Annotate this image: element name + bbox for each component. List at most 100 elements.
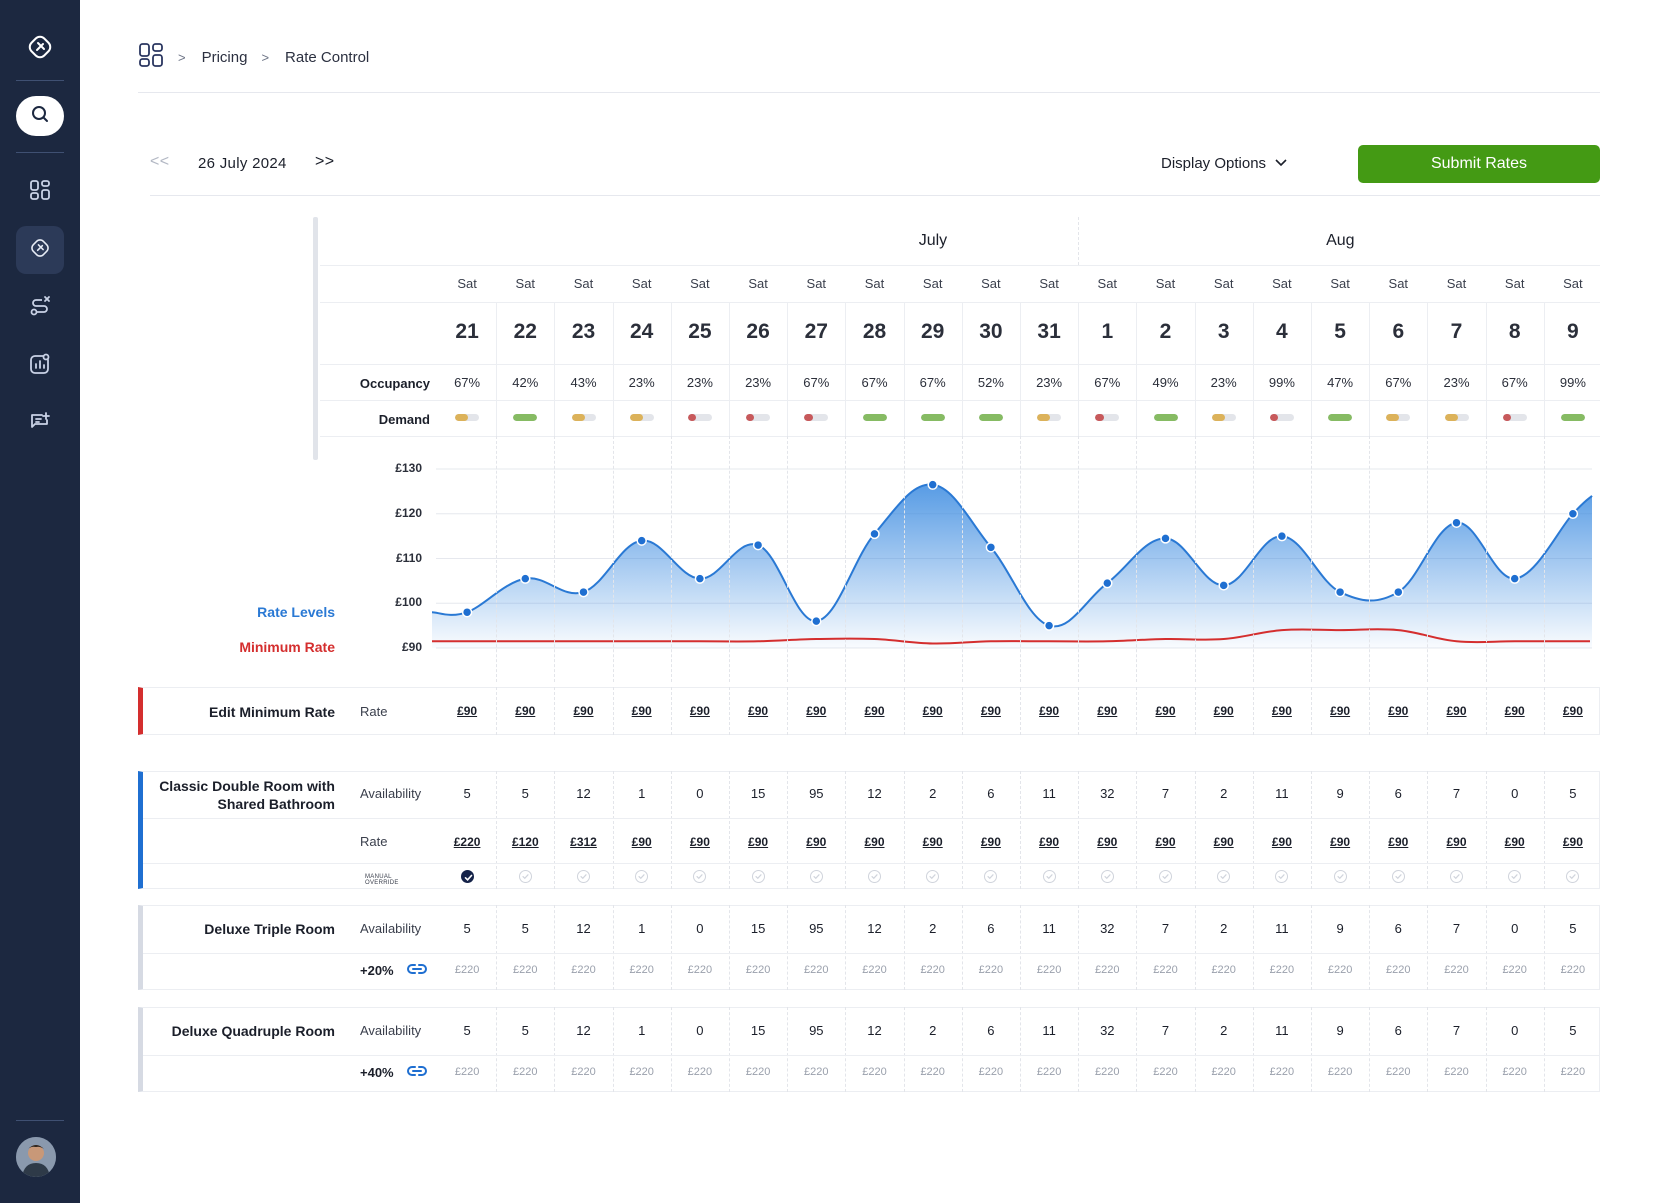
rate-value[interactable]: £90	[1490, 835, 1540, 849]
rate-value[interactable]: £90	[1082, 835, 1132, 849]
min-rate-value[interactable]: £90	[791, 704, 841, 718]
manual-override-checkbox[interactable]	[1275, 870, 1289, 883]
manual-override-checkbox[interactable]	[926, 870, 940, 883]
availability-value[interactable]: 12	[559, 786, 609, 801]
availability-value[interactable]: 32	[1082, 921, 1132, 936]
rate-value[interactable]: £90	[850, 835, 900, 849]
availability-value[interactable]: 7	[1141, 921, 1191, 936]
availability-value[interactable]: 0	[675, 786, 725, 801]
manual-override-checkbox[interactable]	[751, 870, 765, 883]
min-rate-value[interactable]: £90	[1373, 704, 1423, 718]
availability-value[interactable]: 15	[733, 921, 783, 936]
rate-value[interactable]: £220	[442, 835, 492, 849]
rate-value[interactable]: £90	[791, 835, 841, 849]
availability-value[interactable]: 32	[1082, 786, 1132, 801]
min-rate-value[interactable]: £90	[1199, 704, 1249, 718]
availability-value[interactable]: 0	[1490, 921, 1540, 936]
manual-override-checkbox[interactable]	[460, 870, 474, 883]
rate-value[interactable]: £90	[1432, 835, 1482, 849]
availability-value[interactable]: 0	[1490, 786, 1540, 801]
availability-value[interactable]: 9	[1315, 786, 1365, 801]
availability-value[interactable]: 1	[617, 921, 667, 936]
availability-value[interactable]: 1	[617, 1023, 667, 1038]
availability-value[interactable]: 0	[1490, 1023, 1540, 1038]
availability-value[interactable]: 2	[908, 1023, 958, 1038]
availability-value[interactable]: 2	[908, 786, 958, 801]
manual-override-checkbox[interactable]	[868, 870, 881, 883]
availability-value[interactable]: 15	[733, 786, 783, 801]
min-rate-value[interactable]: £90	[1548, 704, 1598, 718]
rate-value[interactable]: £90	[1548, 835, 1598, 849]
availability-value[interactable]: 2	[1199, 1023, 1249, 1038]
min-rate-value[interactable]: £90	[500, 704, 550, 718]
availability-value[interactable]: 0	[675, 921, 725, 936]
manual-override-checkbox[interactable]	[1391, 870, 1405, 883]
rate-adjustment[interactable]: +40%	[360, 1065, 394, 1080]
manual-override-checkbox[interactable]	[518, 870, 532, 883]
availability-value[interactable]: 12	[850, 921, 900, 936]
min-rate-value[interactable]: £90	[617, 704, 667, 718]
availability-value[interactable]: 11	[1257, 1023, 1307, 1038]
availability-value[interactable]: 11	[1024, 921, 1074, 936]
manual-override-checkbox[interactable]	[1217, 870, 1231, 883]
min-rate-value[interactable]: £90	[1024, 704, 1074, 718]
rate-value[interactable]: £90	[1141, 835, 1191, 849]
availability-value[interactable]: 7	[1141, 1023, 1191, 1038]
availability-value[interactable]: 12	[559, 921, 609, 936]
manual-override-checkbox[interactable]	[984, 870, 998, 883]
min-rate-value[interactable]: £90	[442, 704, 492, 718]
availability-value[interactable]: 12	[850, 1023, 900, 1038]
min-rate-value[interactable]: £90	[1315, 704, 1365, 718]
manual-override-checkbox[interactable]	[693, 870, 707, 883]
min-rate-value[interactable]: £90	[559, 704, 609, 718]
min-rate-value[interactable]: £90	[675, 704, 725, 718]
manual-override-checkbox[interactable]	[1159, 870, 1172, 883]
availability-value[interactable]: 5	[500, 1023, 550, 1038]
min-rate-value[interactable]: £90	[1082, 704, 1132, 718]
availability-value[interactable]: 0	[675, 1023, 725, 1038]
link-icon[interactable]	[406, 1064, 428, 1083]
availability-value[interactable]: 5	[1548, 921, 1598, 936]
rate-value[interactable]: £90	[733, 835, 783, 849]
manual-override-checkbox[interactable]	[1042, 870, 1056, 883]
availability-value[interactable]: 5	[500, 786, 550, 801]
availability-value[interactable]: 12	[559, 1023, 609, 1038]
rate-value[interactable]: £90	[1315, 835, 1365, 849]
availability-value[interactable]: 6	[1373, 1023, 1423, 1038]
manual-override-checkbox[interactable]	[1508, 870, 1522, 883]
availability-value[interactable]: 11	[1257, 786, 1307, 801]
manual-override-checkbox[interactable]	[1100, 870, 1114, 883]
availability-value[interactable]: 6	[966, 786, 1016, 801]
availability-value[interactable]: 2	[1199, 786, 1249, 801]
availability-value[interactable]: 5	[1548, 786, 1598, 801]
min-rate-value[interactable]: £90	[850, 704, 900, 718]
availability-value[interactable]: 95	[791, 1023, 841, 1038]
availability-value[interactable]: 15	[733, 1023, 783, 1038]
min-rate-value[interactable]: £90	[966, 704, 1016, 718]
link-icon[interactable]	[406, 962, 428, 981]
availability-value[interactable]: 1	[617, 786, 667, 801]
availability-value[interactable]: 6	[966, 1023, 1016, 1038]
availability-value[interactable]: 2	[908, 921, 958, 936]
rate-value[interactable]: £90	[908, 835, 958, 849]
rate-value[interactable]: £90	[675, 835, 725, 849]
availability-value[interactable]: 6	[1373, 921, 1423, 936]
min-rate-value[interactable]: £90	[1490, 704, 1540, 718]
availability-value[interactable]: 7	[1432, 786, 1482, 801]
rate-value[interactable]: £90	[1373, 835, 1423, 849]
availability-value[interactable]: 95	[791, 786, 841, 801]
manual-override-checkbox[interactable]	[635, 870, 649, 883]
min-rate-value[interactable]: £90	[733, 704, 783, 718]
availability-value[interactable]: 11	[1024, 1023, 1074, 1038]
availability-value[interactable]: 5	[500, 921, 550, 936]
min-rate-value[interactable]: £90	[908, 704, 958, 718]
manual-override-checkbox[interactable]	[1333, 870, 1347, 883]
availability-value[interactable]: 6	[966, 921, 1016, 936]
availability-value[interactable]: 11	[1257, 921, 1307, 936]
min-rate-value[interactable]: £90	[1432, 704, 1482, 718]
rate-value[interactable]: £90	[1199, 835, 1249, 849]
rate-value[interactable]: £90	[966, 835, 1016, 849]
availability-value[interactable]: 32	[1082, 1023, 1132, 1038]
rate-value[interactable]: £90	[1024, 835, 1074, 849]
min-rate-value[interactable]: £90	[1141, 704, 1191, 718]
